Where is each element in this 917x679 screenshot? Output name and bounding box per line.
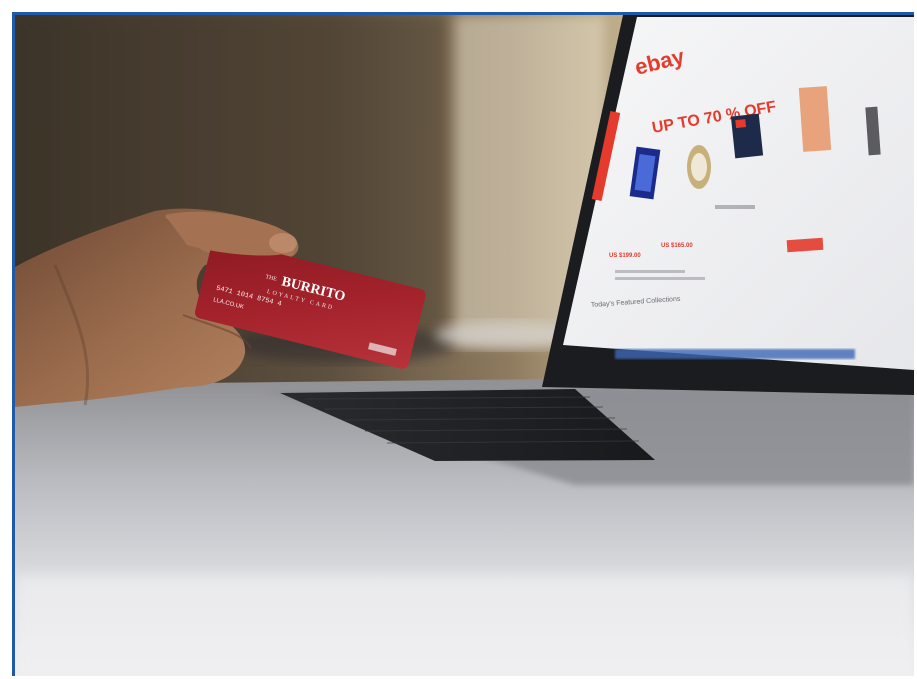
price-2: US $165.00: [661, 243, 693, 249]
price-1: US $199.00: [609, 253, 641, 259]
dock: [615, 349, 855, 359]
image-frame: ebay UP TO 70 % OFF US $199.00 US $165.0…: [0, 0, 917, 679]
photo-illustration: ebay UP TO 70 % OFF US $199.00 US $165.0…: [15, 15, 914, 676]
product-shirt: [798, 86, 832, 152]
photo: ebay UP TO 70 % OFF US $199.00 US $165.0…: [12, 12, 914, 676]
